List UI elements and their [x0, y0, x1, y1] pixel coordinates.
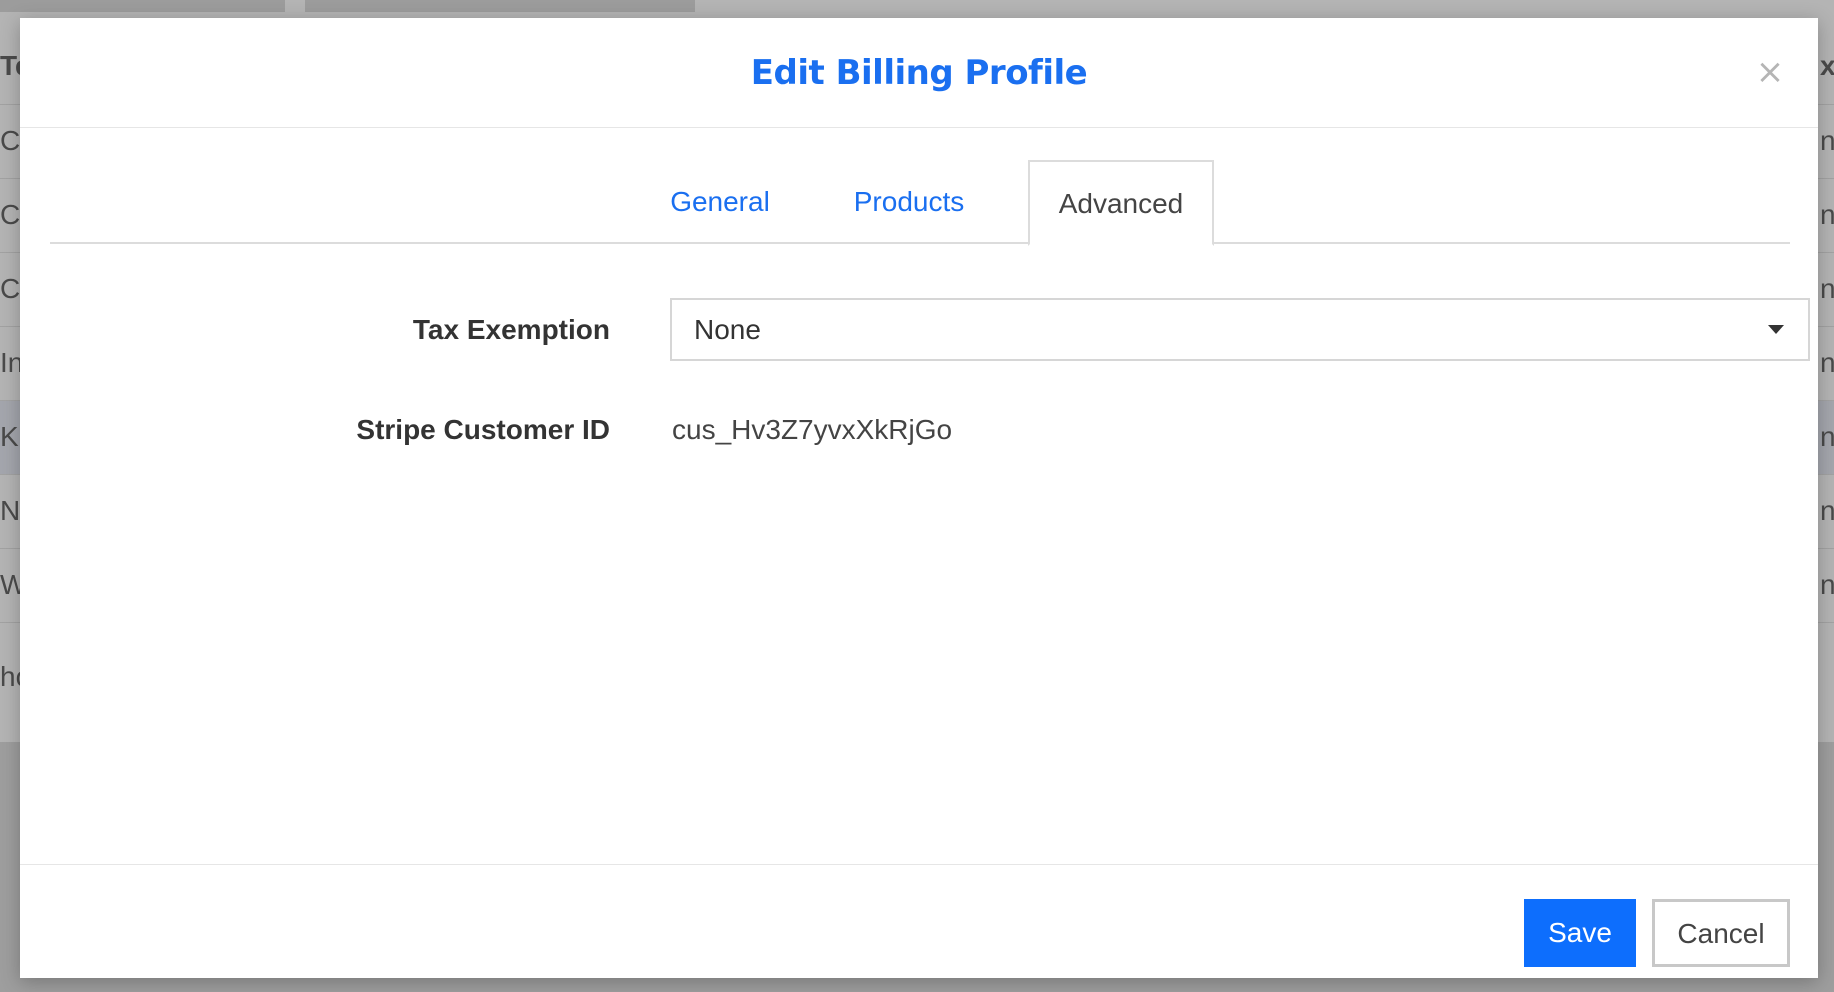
background-cell: In — [0, 347, 20, 378]
background-cell: n — [1820, 199, 1834, 230]
tax-exemption-select[interactable]: None — [670, 298, 1810, 361]
background-cell: Te — [0, 50, 20, 81]
tax-exemption-label: Tax Exemption — [412, 314, 610, 345]
background-cell: x — [1820, 50, 1834, 81]
background-cell: Na — [0, 495, 20, 526]
tab-bar: General Products Advanced — [50, 160, 1790, 246]
background-topbar-segment — [0, 0, 285, 12]
tab-products[interactable]: Products — [830, 160, 988, 244]
background-cell: n — [1820, 347, 1834, 378]
cancel-button[interactable]: Cancel — [1652, 899, 1790, 967]
background-cell: ho — [0, 661, 20, 692]
background-cell: n — [1820, 495, 1834, 526]
stripe-customer-id-label: Stripe Customer ID — [356, 414, 610, 445]
background-cell: Co — [0, 199, 20, 230]
save-button[interactable]: Save — [1524, 899, 1636, 967]
background-cell: n — [1820, 273, 1834, 304]
background-topbar-segment — [305, 0, 695, 12]
background-cell: n — [1820, 125, 1834, 156]
modal-footer: Save Cancel — [20, 864, 1818, 978]
tab-advanced[interactable]: Advanced — [1028, 160, 1214, 246]
modal-header: Edit Billing Profile × — [20, 18, 1818, 128]
stripe-customer-id-value: cus_Hv3Z7yvxXkRjGo — [672, 414, 953, 445]
background-cell: n — [1820, 421, 1834, 452]
background-cell: W — [0, 569, 20, 600]
background-cell: Ki — [0, 421, 20, 452]
tax-exemption-selected-value: None — [694, 314, 761, 345]
background-cell: Co — [0, 125, 20, 156]
edit-billing-profile-modal: Edit Billing Profile × General Products … — [20, 18, 1818, 978]
background-cell: n — [1820, 569, 1834, 600]
background-cell: Co — [0, 273, 20, 304]
tab-general[interactable]: General — [660, 160, 780, 244]
modal-title: Edit Billing Profile — [750, 53, 1088, 93]
caret-down-icon — [1768, 325, 1784, 334]
close-icon[interactable]: × — [1750, 52, 1790, 92]
